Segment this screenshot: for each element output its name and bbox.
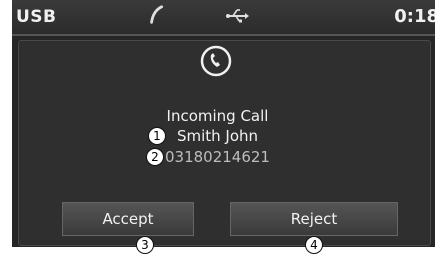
status-divider bbox=[12, 34, 435, 36]
incoming-call-icon bbox=[200, 45, 232, 77]
source-label: USB bbox=[16, 7, 57, 27]
callout-3: 3 bbox=[136, 236, 154, 254]
callout-4: 4 bbox=[305, 236, 323, 254]
status-bar: USB 0:18 bbox=[12, 0, 435, 34]
clock: 0:18 bbox=[394, 6, 435, 27]
usb-icon bbox=[226, 9, 249, 23]
accept-button[interactable]: Accept bbox=[62, 202, 194, 236]
callout-2: 2 bbox=[146, 148, 164, 166]
callout-1: 1 bbox=[148, 127, 166, 145]
caller-number: 03180214621 bbox=[165, 148, 270, 166]
phone-handset-icon bbox=[150, 5, 164, 24]
caller-name: Smith John bbox=[176, 127, 259, 145]
reject-button[interactable]: Reject bbox=[230, 202, 398, 236]
call-title: Incoming Call bbox=[166, 107, 269, 125]
